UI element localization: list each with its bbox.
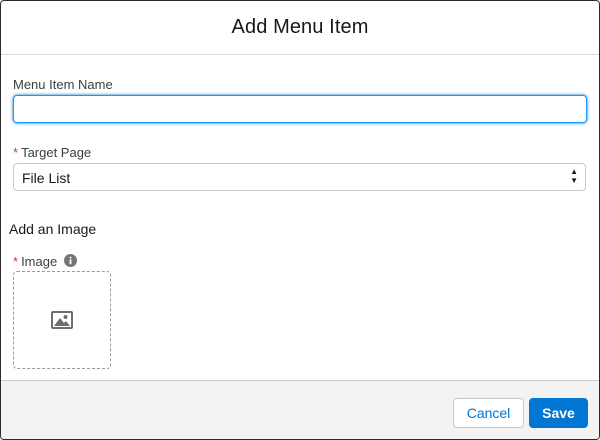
target-page-label-text: Target Page (21, 145, 92, 160)
modal-title: Add Menu Item (231, 16, 369, 38)
target-page-label: * Target Page (13, 145, 91, 160)
add-image-heading: Add an Image (9, 221, 97, 237)
target-page-selected-value: File List (22, 170, 71, 186)
modal-footer: Cancel Save (1, 380, 599, 439)
select-arrows-icon: ▲ ▼ (570, 167, 578, 185)
menu-item-name-input[interactable] (13, 95, 587, 123)
modal-body: Menu Item Name * Target Page File List ▲ ▼… (1, 55, 599, 380)
required-marker: * (13, 254, 19, 269)
modal-header: Add Menu Item (1, 1, 599, 55)
image-label: * Image (13, 254, 57, 269)
add-menu-item-modal: Add Menu Item Menu Item Name * Target Pag… (0, 0, 600, 440)
image-upload-dropzone[interactable] (13, 271, 111, 369)
required-marker: * (13, 145, 19, 160)
cancel-button[interactable]: Cancel (453, 398, 524, 428)
image-icon (51, 311, 73, 329)
info-icon[interactable] (64, 254, 77, 267)
image-label-text: Image (21, 254, 58, 269)
target-page-select[interactable]: File List ▲ ▼ (13, 163, 586, 191)
save-button[interactable]: Save (529, 398, 588, 428)
menu-item-name-label: Menu Item Name (13, 77, 113, 92)
